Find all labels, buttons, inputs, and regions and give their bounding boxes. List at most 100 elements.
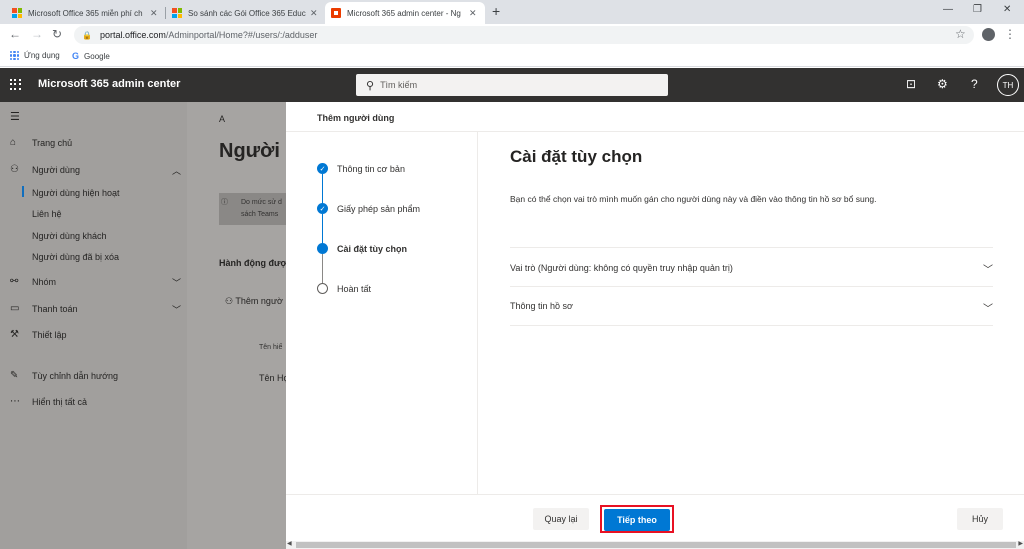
nav-label: Hiển thị tất cả <box>32 396 88 407</box>
app-title[interactable]: Microsoft 365 admin center <box>38 78 180 90</box>
wizard-step-basics[interactable]: ✓ Thông tin cơ bản <box>317 163 405 174</box>
restore-icon[interactable]: ❐ <box>973 4 982 15</box>
browser-tab-active[interactable]: Microsoft 365 admin center - Ng ✕ <box>325 2 485 24</box>
bookmark-apps[interactable]: Ứng dụng <box>10 51 60 60</box>
tab-label: Microsoft Office 365 miễn phí ch <box>28 8 143 18</box>
ellipsis-icon: ⋯ <box>10 396 20 407</box>
profile-icon[interactable] <box>982 28 995 41</box>
app-launcher-icon[interactable] <box>10 79 21 90</box>
terminal-icon[interactable]: ⊡ <box>906 77 916 91</box>
nav-subitem-guest-users[interactable]: Người dùng khách <box>32 231 106 241</box>
close-icon[interactable]: ✕ <box>310 8 318 19</box>
back-arrow-icon[interactable]: ← <box>9 27 21 41</box>
search-icon: ⚲ <box>366 79 375 92</box>
forward-arrow-icon[interactable]: → <box>31 27 43 41</box>
section-title: Cài đặt tùy chọn <box>510 147 643 166</box>
scroll-right-icon[interactable]: ▶ <box>1018 540 1023 547</box>
nav-item-customize[interactable]: ✎ Tùy chỉnh dẫn hướng <box>10 370 118 381</box>
wizard-stepper: ✓ Thông tin cơ bản ✓ Giấy phép sản phẩm … <box>286 132 478 494</box>
browser-tab[interactable]: Microsoft Office 365 miễn phí ch ✕ <box>6 2 164 24</box>
search-box[interactable]: ⚲ Tìm kiếm <box>356 74 668 96</box>
accordion-roles[interactable]: Vai trò (Người dùng: không có quyền truy… <box>510 247 993 287</box>
nav-label: Thiết lập <box>32 329 67 340</box>
panel-footer: Quay lại Tiếp theo Hủy <box>286 494 1024 541</box>
table-row: Tên Họ <box>259 373 289 383</box>
column-header: Tên hiể <box>259 344 283 351</box>
menu-dots-icon[interactable]: ⋮ <box>1004 27 1016 41</box>
back-button[interactable]: Quay lại <box>533 508 589 530</box>
add-user-label: Thêm ngườ <box>235 296 283 306</box>
empty-step-circle-icon <box>317 283 328 294</box>
cancel-button[interactable]: Hủy <box>957 508 1003 530</box>
chevron-down-icon[interactable]: ﹀ <box>172 303 181 316</box>
url-host: portal.office.com <box>99 30 166 40</box>
active-indicator <box>22 186 24 197</box>
reload-icon[interactable]: ↻ <box>52 27 62 41</box>
step-connector <box>322 174 323 204</box>
chevron-down-icon: ﹀ <box>983 304 993 315</box>
group-icon: ⚯ <box>10 276 19 287</box>
close-icon[interactable]: ✕ <box>150 8 158 19</box>
info-icon: ⓘ <box>221 199 228 206</box>
browser-tab[interactable]: So sánh các Gói Office 365 Educa ✕ <box>166 2 324 24</box>
accordion-label: Thông tin hồ sơ <box>510 301 573 311</box>
gear-icon[interactable]: ⚙ <box>937 77 948 91</box>
checkmark-icon: ✓ <box>317 203 328 214</box>
chevron-down-icon: ﹀ <box>983 265 993 276</box>
step-label: Giấy phép sản phẩm <box>337 203 421 214</box>
microsoft-logo-icon <box>12 8 22 18</box>
bookmark-label: Google <box>84 51 110 61</box>
wrench-icon: ⚒ <box>10 329 19 340</box>
nav-item-groups[interactable]: ⚯ Nhóm <box>10 276 56 287</box>
close-window-icon[interactable]: ✕ <box>1003 4 1011 15</box>
nav-item-billing[interactable]: ▭ Thanh toán <box>10 303 78 314</box>
add-person-icon: ⚇ <box>225 296 234 306</box>
nav-item-users[interactable]: ⚇ Người dùng <box>10 164 80 175</box>
tab-label: Microsoft 365 admin center - Ng <box>347 8 461 18</box>
suite-header: Microsoft 365 admin center ⚲ Tìm kiếm ⊡ … <box>0 68 1024 102</box>
info-banner: ⓘ Do mức sử d sách Teams <box>219 193 287 225</box>
next-button[interactable]: Tiếp theo <box>604 509 670 531</box>
step-label: Thông tin cơ bản <box>337 163 405 174</box>
close-icon[interactable]: ✕ <box>469 8 477 19</box>
avatar[interactable]: TH <box>997 74 1019 96</box>
nav-subitem-deleted-users[interactable]: Người dùng đã bị xóa <box>32 252 119 262</box>
nav-item-home[interactable]: ⌂ Trang chủ <box>10 137 72 148</box>
bookmark-star-icon[interactable]: ☆ <box>955 27 966 41</box>
accordion-profile-info[interactable]: Thông tin hồ sơ ﹀ <box>510 286 993 326</box>
tab-label: So sánh các Gói Office 365 Educa <box>188 8 306 18</box>
nav-subitem-active-users[interactable]: Người dùng hiện hoạt <box>32 188 120 198</box>
chevron-up-icon[interactable]: ︿ <box>172 164 181 177</box>
help-icon[interactable]: ? <box>971 77 978 91</box>
nav-label: Thanh toán <box>32 303 78 314</box>
step-label: Cài đặt tùy chọn <box>337 243 408 254</box>
new-tab-icon[interactable]: + <box>492 3 500 19</box>
wizard-step-optional-settings[interactable]: Cài đặt tùy chọn <box>317 243 407 254</box>
office-logo-icon <box>331 8 341 18</box>
address-toolbar: ← → ↻ 🔒 portal.office.com/Adminportal/Ho… <box>0 24 1024 46</box>
person-icon: ⚇ <box>10 164 19 175</box>
horizontal-scrollbar[interactable]: ◀ ▶ <box>286 541 1024 549</box>
bookmark-google[interactable]: G Google <box>72 51 110 61</box>
add-user-link: ⚇ Thêm ngườ <box>225 296 283 307</box>
nav-item-setup[interactable]: ⚒ Thiết lập <box>10 329 67 340</box>
minimize-icon[interactable]: — <box>943 4 953 15</box>
panel-title: Thêm người dùng <box>317 113 395 123</box>
chevron-down-icon[interactable]: ﹀ <box>172 276 181 289</box>
url-bar[interactable]: 🔒 portal.office.com/Adminportal/Home?#/u… <box>74 26 974 44</box>
search-placeholder: Tìm kiếm <box>380 80 418 90</box>
nav-label: Nhóm <box>32 276 57 287</box>
nav-label: Tùy chỉnh dẫn hướng <box>32 370 118 381</box>
bookmark-label: Ứng dụng <box>24 51 60 60</box>
nav-item-show-all[interactable]: ⋯ Hiển thị tất cả <box>10 396 87 407</box>
breadcrumb: A <box>219 114 226 124</box>
info-text: Do mức sử d sách Teams <box>241 199 282 218</box>
hamburger-icon[interactable]: ☰ <box>10 110 20 123</box>
panel-header: Thêm người dùng <box>286 102 1024 132</box>
actions-label: Hành động đượ <box>219 258 287 268</box>
wizard-step-licenses[interactable]: ✓ Giấy phép sản phẩm <box>317 203 420 214</box>
nav-subitem-contacts[interactable]: Liên hệ <box>32 209 62 219</box>
nav-label: Trang chủ <box>32 137 73 148</box>
scroll-left-icon[interactable]: ◀ <box>287 540 292 547</box>
scrollbar-thumb[interactable] <box>296 542 1016 548</box>
